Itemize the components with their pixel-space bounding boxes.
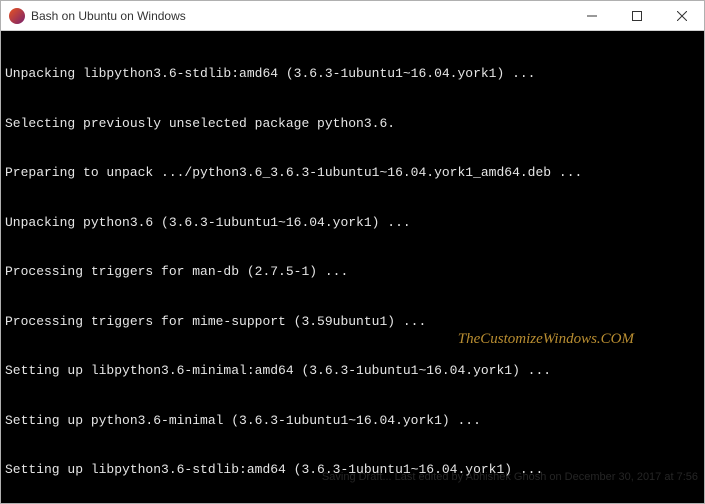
close-button[interactable] [659,1,704,31]
terminal-body[interactable]: Unpacking libpython3.6-stdlib:amd64 (3.6… [1,31,704,503]
titlebar-left: Bash on Ubuntu on Windows [9,8,186,24]
terminal-line: Unpacking libpython3.6-stdlib:amd64 (3.6… [5,66,700,83]
terminal-line: Processing triggers for man-db (2.7.5-1)… [5,264,700,281]
terminal-line: Processing triggers for mime-support (3.… [5,314,700,331]
app-window: Bash on Ubuntu on Windows Unpacking libp… [0,0,705,504]
terminal-line: Preparing to unpack .../python3.6_3.6.3-… [5,165,700,182]
terminal-line: Selecting previously unselected package … [5,116,700,133]
terminal-line: Setting up libpython3.6-minimal:amd64 (3… [5,363,700,380]
terminal-line: Setting up libpython3.6-stdlib:amd64 (3.… [5,462,700,479]
watermark-text: TheCustomizeWindows.COM [458,331,634,348]
window-title: Bash on Ubuntu on Windows [31,9,186,23]
ubuntu-icon [9,8,25,24]
titlebar[interactable]: Bash on Ubuntu on Windows [1,1,704,31]
minimize-button[interactable] [569,1,614,31]
terminal-line: Unpacking python3.6 (3.6.3-1ubuntu1~16.0… [5,215,700,232]
window-controls [569,1,704,30]
terminal-line: Setting up python3.6-minimal (3.6.3-1ubu… [5,413,700,430]
maximize-button[interactable] [614,1,659,31]
